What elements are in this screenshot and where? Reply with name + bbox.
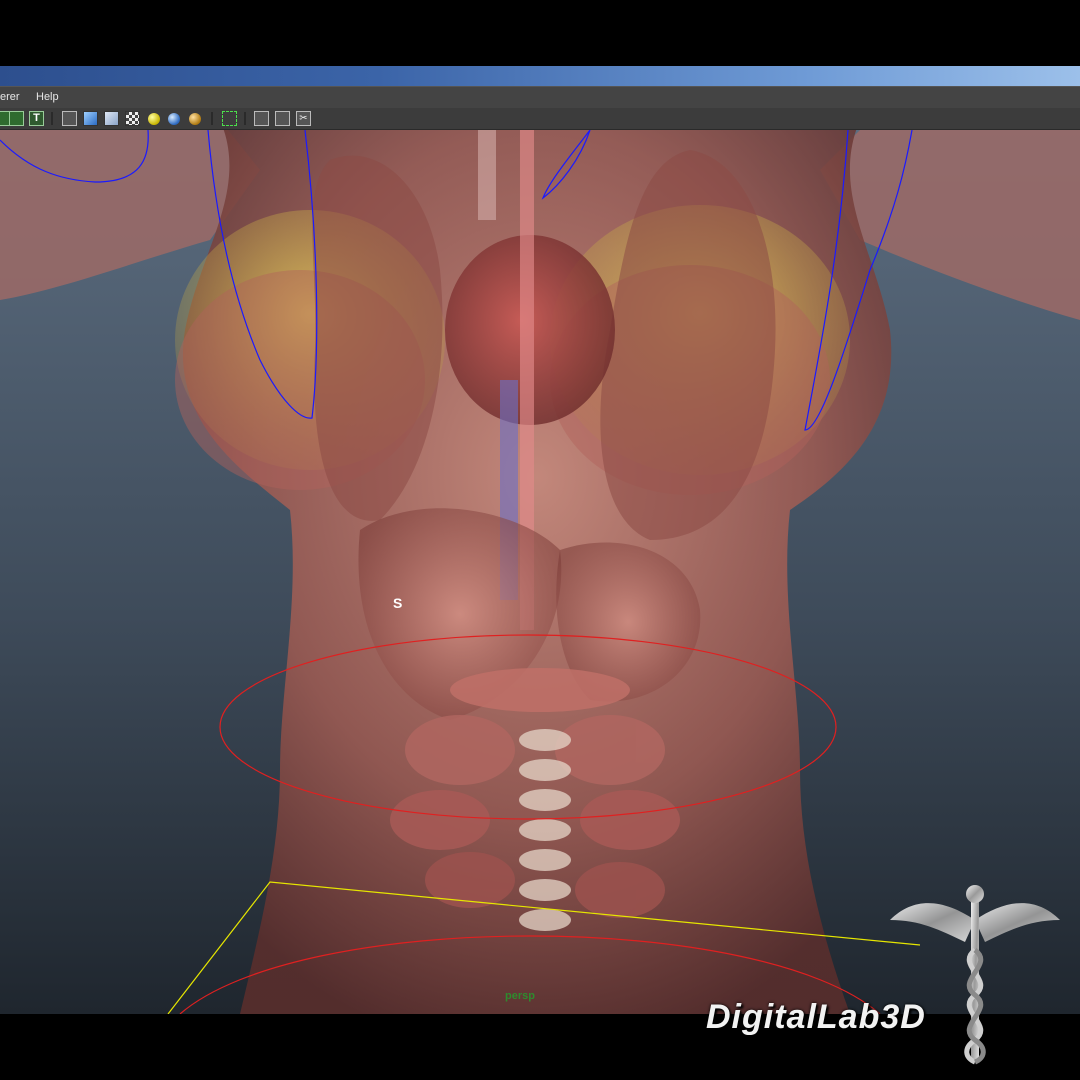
selected-object-label: S <box>393 595 402 611</box>
top-letterbox <box>0 0 1080 66</box>
menu-renderer[interactable]: erer <box>0 91 20 103</box>
text-icon[interactable]: T <box>29 111 44 126</box>
toolbar-separator <box>211 112 213 125</box>
light-yellow-icon[interactable] <box>148 113 160 125</box>
camera-label: persp <box>505 990 535 1002</box>
light-blue-icon[interactable] <box>168 113 180 125</box>
trachea <box>478 130 496 220</box>
light-orange-icon[interactable] <box>189 113 201 125</box>
panel-toolbar: T ✂ <box>0 108 1080 130</box>
toolbar-separator <box>244 112 246 125</box>
checker-icon[interactable] <box>125 111 140 126</box>
brand-watermark: DigitalLab3D <box>706 998 926 1036</box>
xray-icon[interactable] <box>275 111 290 126</box>
menu-bar: erer Help <box>0 86 1080 108</box>
textured-cube-icon[interactable] <box>104 111 119 126</box>
window-title-bar[interactable] <box>0 66 1080 86</box>
texture-icon[interactable] <box>9 111 24 126</box>
smooth-shade-cube-icon[interactable] <box>83 111 98 126</box>
toolbar-separator <box>51 112 53 125</box>
isolate-cube-icon[interactable] <box>254 111 269 126</box>
select-highlight-icon[interactable] <box>222 111 237 126</box>
scissors-icon[interactable]: ✂ <box>296 111 311 126</box>
wireframe-cube-icon[interactable] <box>62 111 77 126</box>
caduceus-logo-icon <box>890 885 1060 1065</box>
menu-help[interactable]: Help <box>36 91 59 103</box>
